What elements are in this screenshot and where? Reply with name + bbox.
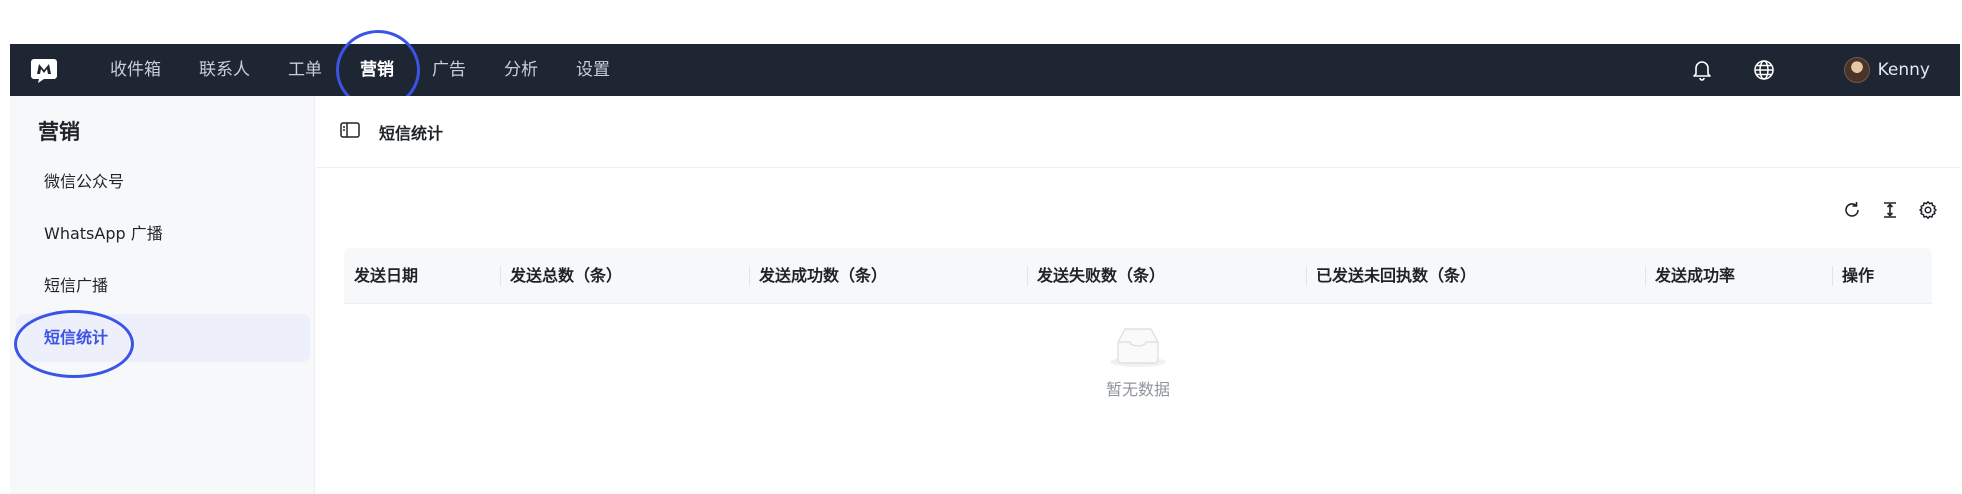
sidebar-item-sms-broadcast[interactable]: 短信广播 [16, 262, 310, 310]
sidebar: 营销 微信公众号 WhatsApp 广播 短信广播 短信统计 [10, 96, 315, 494]
sidebar-title: 营销 [38, 120, 80, 144]
nav-item-settings[interactable]: 设置 [576, 44, 610, 96]
page-title: 短信统计 [379, 124, 444, 143]
settings-icon[interactable] [1916, 198, 1940, 222]
column-header-total-sent[interactable]: 发送总数（条） [500, 248, 749, 304]
main-nav: 收件箱 联系人 工单 营销 广告 分析 设置 [110, 30, 648, 110]
nav-item-contacts[interactable]: 联系人 [199, 44, 250, 96]
empty-state-text: 暂无数据 [1105, 380, 1170, 399]
column-header-failure-count[interactable]: 发送失败数（条） [1027, 248, 1306, 304]
nav-item-inbox[interactable]: 收件箱 [110, 44, 161, 96]
refresh-icon[interactable] [1840, 198, 1864, 222]
globe-icon[interactable] [1752, 58, 1776, 82]
column-header-actions: 操作 [1832, 248, 1932, 304]
user-menu[interactable]: Kenny [1843, 57, 1930, 83]
sidebar-toggle-icon[interactable] [340, 122, 362, 140]
topbar-actions: Kenny [1652, 44, 1930, 96]
nav-item-ads[interactable]: 广告 [432, 44, 466, 96]
sidebar-item-wechat[interactable]: 微信公众号 [16, 158, 310, 206]
page-header: 短信统计 [316, 96, 1960, 168]
column-height-icon[interactable] [1878, 198, 1902, 222]
nav-item-marketing-label: 营销 [360, 60, 394, 80]
nav-item-analytics[interactable]: 分析 [504, 44, 538, 96]
nav-item-marketing[interactable]: 营销 [336, 30, 420, 110]
empty-state: 暂无数据 [344, 324, 1932, 400]
sidebar-item-sms-statistics[interactable]: 短信统计 [16, 314, 310, 362]
main-content: 短信统计 发送日期 发送总数（条） 发送成功数（条） 发送失败数（条） 已发送未… [316, 96, 1960, 494]
table-header-row: 发送日期 发送总数（条） 发送成功数（条） 发送失败数（条） 已发送未回执数（条… [344, 248, 1932, 304]
sidebar-item-whatsapp-broadcast[interactable]: WhatsApp 广播 [16, 210, 310, 258]
bell-icon[interactable] [1690, 58, 1714, 82]
sidebar-item-label: 短信统计 [44, 328, 109, 347]
table-toolbar [1826, 198, 1940, 222]
column-header-send-date[interactable]: 发送日期 [344, 248, 500, 304]
column-header-no-receipt-count[interactable]: 已发送未回执数（条） [1306, 248, 1645, 304]
app-window: 收件箱 联系人 工单 营销 广告 分析 设置 Kenny 营销 微信公众号 Wh… [10, 30, 1960, 494]
nav-item-tickets[interactable]: 工单 [288, 44, 322, 96]
brand-logo-icon[interactable] [30, 56, 58, 84]
empty-inbox-icon [1108, 324, 1168, 368]
column-header-success-count[interactable]: 发送成功数（条） [749, 248, 1027, 304]
sms-statistics-table: 发送日期 发送总数（条） 发送成功数（条） 发送失败数（条） 已发送未回执数（条… [344, 248, 1932, 399]
avatar [1843, 57, 1870, 83]
column-header-success-rate[interactable]: 发送成功率 [1645, 248, 1832, 304]
top-navigation-bar: 收件箱 联系人 工单 营销 广告 分析 设置 Kenny [10, 30, 1960, 110]
user-name: Kenny [1877, 60, 1930, 80]
